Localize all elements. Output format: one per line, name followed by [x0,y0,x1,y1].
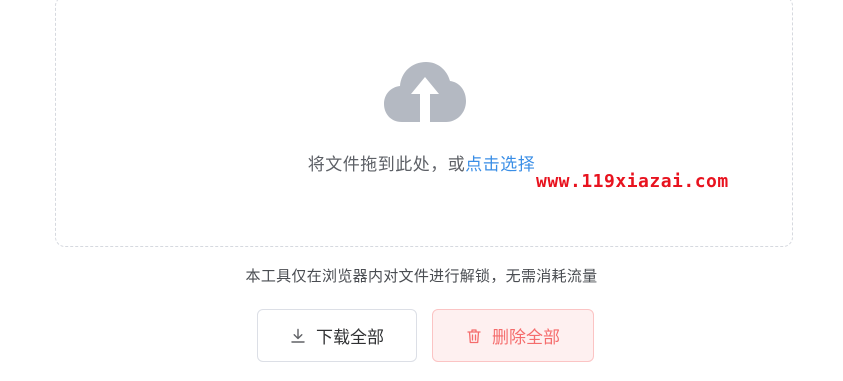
watermark: www.119xiazai.com [536,171,729,192]
cloud-upload-icon[interactable] [384,62,466,124]
page: 将文件拖到此处，或点击选择 www.119xiazai.com 本工具仅在浏览器… [0,0,843,381]
download-icon [290,328,306,344]
notice-text: 本工具仅在浏览器内对文件进行解锁，无需消耗流量 [245,267,598,285]
delete-all-label: 删除全部 [492,328,560,348]
select-file-link[interactable]: 点击选择 [465,155,535,175]
trash-icon [466,328,482,344]
delete-all-button[interactable]: 删除全部 [432,309,594,362]
dropzone-prompt-text: 将文件拖到此处，或 [307,155,466,175]
download-all-label: 下载全部 [316,328,384,348]
download-all-button[interactable]: 下载全部 [257,309,417,362]
